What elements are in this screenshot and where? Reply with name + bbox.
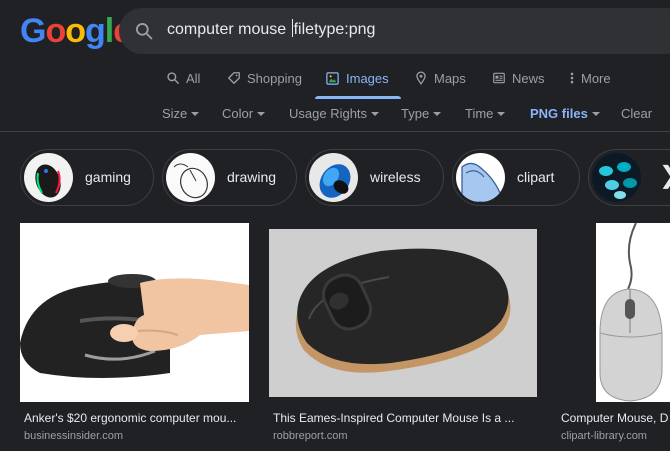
tab-images[interactable]: Images	[325, 69, 389, 87]
query-filetype: filetype:png	[293, 21, 376, 38]
image-icon	[326, 71, 339, 85]
chip-clipart[interactable]: clipart	[452, 149, 580, 206]
chevron-down-icon	[591, 112, 600, 116]
result-title[interactable]: Anker's $20 ergonomic computer mou...	[24, 411, 249, 425]
result-source[interactable]: robbreport.com	[273, 430, 537, 442]
filter-time[interactable]: Time	[465, 106, 506, 121]
chevron-down-icon	[433, 112, 442, 116]
search-icon[interactable]	[134, 21, 154, 41]
chip-gaming[interactable]: gaming	[20, 149, 154, 206]
filter-label: PNG files	[530, 106, 588, 121]
chevron-down-icon	[257, 112, 266, 116]
tab-all[interactable]: All	[166, 69, 200, 87]
result-image[interactable]	[20, 223, 249, 402]
more-vert-icon	[570, 72, 574, 84]
result-image[interactable]	[269, 229, 537, 397]
tab-label: Maps	[434, 70, 466, 86]
filter-label: Time	[465, 106, 494, 121]
tab-shopping[interactable]: Shopping	[227, 69, 302, 87]
chevron-right-icon[interactable]: ❯	[659, 164, 670, 188]
tab-more[interactable]: More	[569, 69, 611, 87]
chip-wireless[interactable]: wireless	[305, 149, 444, 206]
chip-label: wireless	[370, 169, 421, 185]
query-text: computer mouse	[167, 21, 291, 38]
search-input[interactable]: computer mouse filetype:png	[167, 19, 375, 39]
logo-letter: g	[85, 12, 106, 50]
filter-label: Size	[162, 106, 188, 121]
chip-label: clipart	[517, 169, 555, 185]
filter-label: Color	[222, 106, 254, 121]
tab-label: All	[186, 70, 201, 86]
tab-label: News	[512, 70, 545, 86]
filter-label: Clear	[621, 106, 653, 121]
search-icon	[167, 72, 179, 84]
result-source[interactable]: businessinsider.com	[24, 430, 249, 442]
chevron-down-icon	[497, 112, 506, 116]
chip-drawing[interactable]: drawing	[162, 149, 297, 206]
result-source[interactable]: clipart-library.com	[561, 430, 670, 442]
chip-more-suggestions[interactable]	[588, 149, 670, 206]
filter-color[interactable]: Color	[222, 106, 266, 121]
newspaper-icon	[493, 72, 505, 84]
logo-letter: G	[20, 12, 46, 50]
chip-thumbnail	[456, 153, 505, 202]
filter-label: Type	[401, 106, 430, 121]
filter-png-files[interactable]: PNG files	[530, 106, 600, 121]
text-caret	[291, 19, 293, 37]
chevron-down-icon	[191, 112, 200, 116]
map-pin-icon	[416, 71, 426, 85]
chip-label: gaming	[85, 169, 131, 185]
filter-type[interactable]: Type	[401, 106, 442, 121]
tab-label: Shopping	[247, 70, 302, 86]
tab-label: Images	[346, 70, 389, 86]
result-image[interactable]	[596, 223, 670, 402]
filter-usage-rights[interactable]: Usage Rights	[289, 106, 380, 121]
chip-thumbnail	[309, 153, 358, 202]
tab-news[interactable]: News	[492, 69, 545, 87]
filter-size[interactable]: Size	[162, 106, 200, 121]
active-tab-indicator	[315, 96, 401, 99]
logo-letter: o	[45, 12, 66, 50]
tab-label: More	[581, 70, 611, 86]
result-title[interactable]: Computer Mouse, D	[561, 411, 670, 425]
google-logo[interactable]: Google	[20, 12, 132, 51]
tab-maps[interactable]: Maps	[414, 69, 466, 87]
chevron-down-icon	[371, 112, 380, 116]
logo-letter: o	[65, 12, 86, 50]
logo-letter: l	[104, 12, 115, 50]
header-divider	[0, 131, 670, 132]
tag-icon	[228, 72, 240, 84]
chip-label: drawing	[227, 169, 277, 185]
chip-thumbnail	[166, 153, 215, 202]
result-title[interactable]: This Eames-Inspired Computer Mouse Is a …	[273, 411, 537, 425]
chip-thumbnail	[24, 153, 73, 202]
filter-label: Usage Rights	[289, 106, 368, 121]
filter-clear[interactable]: Clear	[621, 106, 652, 121]
chip-thumbnail	[592, 153, 641, 202]
